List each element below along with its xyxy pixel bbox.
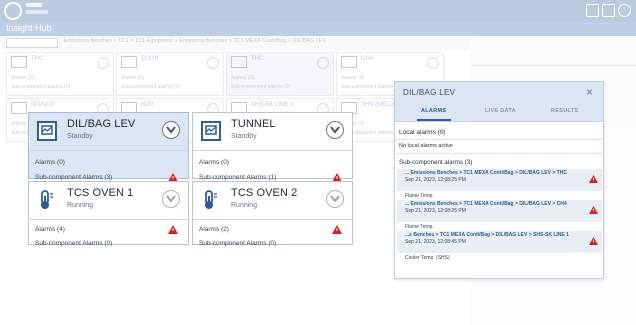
chevron-down-icon[interactable] [326,121,344,139]
alarm-path[interactable]: ...s Benches > TC1 MEXA Conti/Bag > DIL/… [405,232,569,238]
logo-text [26,3,42,7]
alarm-description: Cooler Temp. (SHS) [405,255,450,261]
detail-panel: DIL/BAG LEV × ALARMS LIVE DATA RESULTS L… [394,81,604,279]
grid-card-1[interactable]: CO(H) Alarms (0) Sub-component alarms (0) [116,52,224,96]
alarm-timestamp: Sep 21, 2023, 12:08:25 PM [405,208,466,214]
logo-icon [4,2,22,20]
warning-icon [168,225,178,234]
card-tunnel[interactable]: TUNNEL Standby Alarms (0) Sub-component … [192,112,353,182]
alarm-item[interactable]: ... Emissions Benches > TC1 MEXA Conti/B… [397,169,602,191]
card-title: TUNNEL [231,118,276,130]
grid-card-0[interactable]: THC Alarms (0) Sub-component alarms (0) [6,52,114,96]
card-sub-alarms: Sub-component Alarms (0) [199,240,277,247]
card-header: DIL/BAG LEV Standby [29,113,188,151]
panel-title: DIL/BAG LEV [403,88,456,97]
warning-icon [332,225,342,234]
card-header: TCS OVEN 1 Running [29,182,188,220]
panel-header: DIL/BAG LEV × [395,82,603,102]
alarm-path[interactable]: ... Emissions Benches > TC1 MEXA Conti/B… [405,170,567,176]
local-alarms-empty: No local alarms active [399,143,453,149]
tab-results[interactable]: RESULTS [551,108,578,114]
thermometer-icon [205,190,217,209]
active-tab-indicator [417,119,451,121]
alarm-item[interactable]: ... Emissions Benches > TC1 MEXA Conti/B… [397,200,602,222]
card-sub-alarms: Sub-component Alarms (0) [35,240,113,247]
card-tcs-oven-1[interactable]: TCS OVEN 1 Running Alarms (4) Sub-compon… [28,181,189,247]
card-title: TCS OVEN 2 [231,187,298,199]
card-alarms: Alarms (0) [199,159,229,166]
card-dil-bag-lev[interactable]: DIL/BAG LEV Standby Alarms (0) Sub-compo… [28,112,189,182]
warning-icon [589,175,598,183]
monitor-icon [201,121,221,141]
app-header [0,0,636,22]
section-bar: Insight Hub [0,22,636,36]
chevron-down-icon[interactable] [162,190,180,208]
chevron-down-icon[interactable] [326,190,344,208]
alarm-description: Flame Temp. [405,193,434,199]
card-header: TUNNEL Standby [193,113,352,151]
card-sub-alarms: Sub-component Alarms (1) [199,174,277,181]
list-view-icon[interactable] [602,4,615,17]
card-title: DIL/BAG LEV [67,118,136,130]
card-title: TCS OVEN 1 [67,187,134,199]
card-header: TCS OVEN 2 Running [193,182,352,220]
card-status: Running [67,202,94,209]
tab-alarms[interactable]: ALARMS [421,108,446,114]
card-alarms: Alarms (2) [199,226,229,233]
close-icon[interactable]: × [586,85,593,99]
card-sub-alarms: Sub-component Alarms (3) [35,174,113,181]
chevron-down-icon[interactable] [162,121,180,139]
thermometer-icon [41,190,53,209]
breadcrumb-bar [0,36,470,50]
alarm-description: Flame Temp. [405,224,434,230]
card-status: Standby [67,133,93,140]
alarm-path[interactable]: ... Emissions Benches > TC1 MEXA Conti/B… [405,201,567,207]
breadcrumb: Emissions Benches > TC1 > TC1 Equipment … [64,38,327,44]
divider [395,153,603,154]
card-tcs-oven-2[interactable]: TCS OVEN 2 Running Alarms (2) Sub-compon… [192,181,353,247]
card-alarms: Alarms (0) [35,159,65,166]
view-select[interactable] [6,38,58,48]
grid-card-2[interactable]: THC Alarms (0) Sub-component alarms (0) [226,52,334,96]
tab-live-data[interactable]: LIVE DATA [485,108,516,114]
warning-icon [589,206,598,214]
right-panel-tabs [470,52,636,66]
section-title: Insight Hub [6,23,52,33]
card-status: Running [231,202,258,209]
divider [395,139,603,140]
card-alarms: Alarms (4) [35,226,65,233]
warning-icon [589,237,598,245]
alarm-item[interactable]: ...s Benches > TC1 MEXA Conti/Bag > DIL/… [397,231,602,253]
sub-alarms-header: Sub-component alarms (3) [399,159,473,166]
logo-subtext [26,10,48,14]
local-alarms-header: Local alarms (0) [399,129,446,136]
user-icon[interactable] [618,4,631,17]
card-status: Standby [231,133,257,140]
grid-view-icon[interactable] [586,4,599,17]
alarm-timestamp: Sep 21, 2023, 12:08:25 PM [405,177,466,183]
alarm-timestamp: Sep 21, 2023, 12:08:45 PM [405,239,466,245]
monitor-icon [37,121,57,141]
